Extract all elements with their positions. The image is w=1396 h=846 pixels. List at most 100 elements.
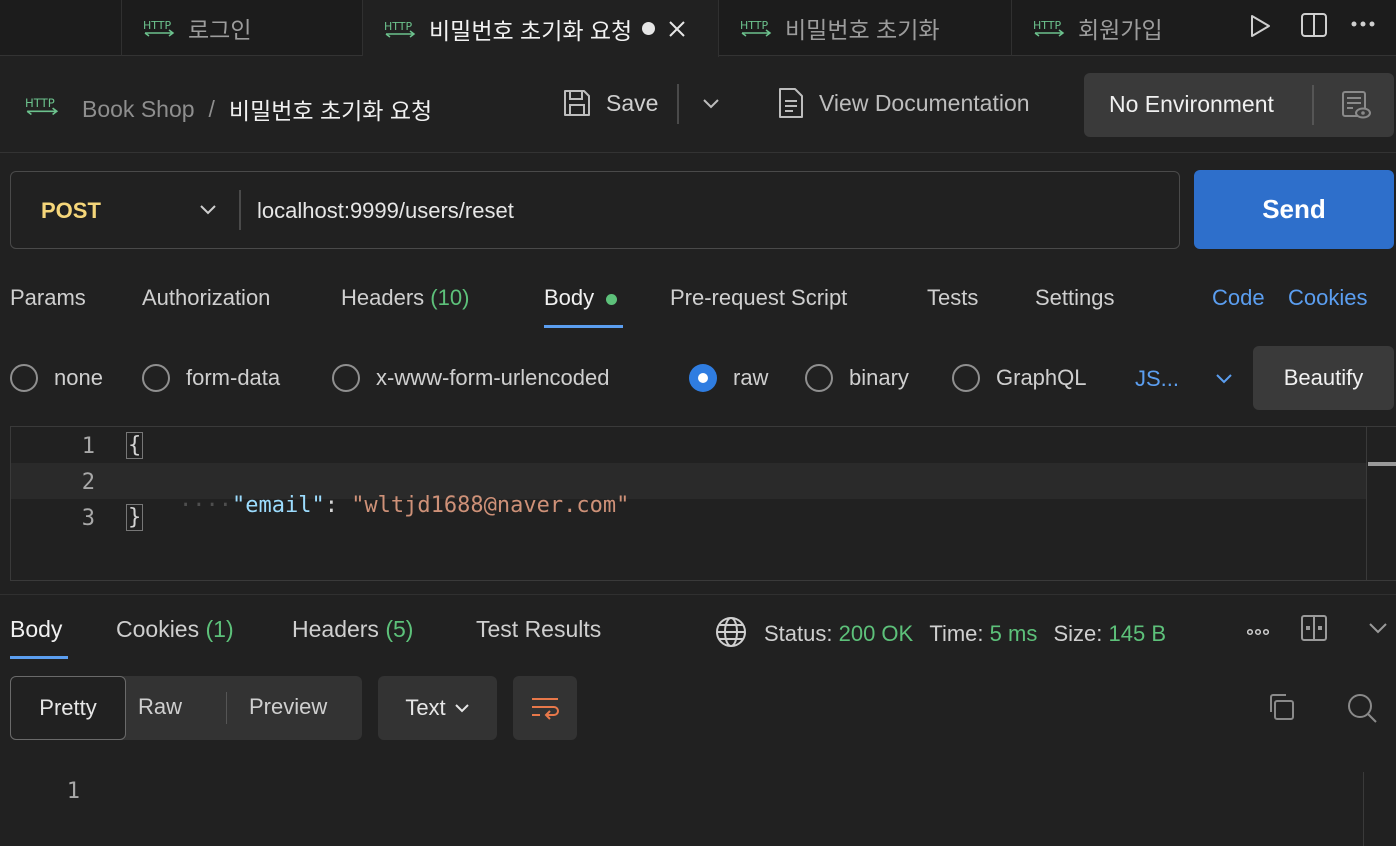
run-icon[interactable] bbox=[1248, 13, 1272, 39]
time-label: Time: bbox=[929, 621, 984, 646]
format-label: Text bbox=[405, 695, 446, 720]
chevron-down-icon[interactable] bbox=[1368, 622, 1388, 634]
response-tab-cookies[interactable]: Cookies (1) bbox=[116, 616, 234, 643]
tab-tests[interactable]: Tests bbox=[927, 285, 978, 311]
response-tab-body[interactable]: Body bbox=[10, 616, 62, 643]
code-brace-open: { bbox=[126, 432, 144, 459]
copy-icon[interactable] bbox=[1266, 692, 1296, 722]
url-bar: POST localhost:9999/users/reset bbox=[10, 171, 1180, 249]
view-documentation-button[interactable]: View Documentation bbox=[778, 87, 1030, 119]
size-value[interactable]: 145 B bbox=[1109, 621, 1167, 646]
radio-graphql[interactable]: GraphQL bbox=[952, 364, 1087, 392]
tab-headers[interactable]: Headers (10) bbox=[341, 285, 469, 311]
tab-body-label: Body bbox=[544, 285, 595, 310]
radio-circle bbox=[142, 364, 170, 392]
breadcrumb: Book Shop / 비밀번호 초기화 요청 bbox=[82, 92, 432, 126]
language-label: JS... bbox=[1135, 366, 1180, 391]
document-icon bbox=[778, 87, 804, 119]
split-view-icon[interactable] bbox=[1300, 12, 1328, 38]
tab-bar: HTTP 로그인 HTTP 비밀번호 초기화 요청 HTTP 비밀번호 초기화 … bbox=[0, 0, 1396, 57]
radio-circle-selected bbox=[689, 364, 717, 392]
request-body-editor[interactable]: 1 2 3 { ····"email": "wltjd1688@naver.co… bbox=[10, 426, 1396, 581]
radio-binary[interactable]: binary bbox=[805, 364, 909, 392]
tab-overflow-area bbox=[0, 0, 122, 56]
send-button[interactable]: Send bbox=[1194, 170, 1394, 249]
tab-prerequest-script[interactable]: Pre-request Script bbox=[670, 285, 847, 311]
http-icon: HTTP bbox=[1032, 17, 1066, 39]
tab-signup[interactable]: HTTP 회원가입 bbox=[1012, 0, 1228, 56]
view-docs-label: View Documentation bbox=[819, 89, 1030, 116]
chevron-down-icon[interactable] bbox=[702, 98, 720, 110]
request-name[interactable]: 비밀번호 초기화 요청 bbox=[229, 92, 432, 126]
code-line-email: ····"email": "wltjd1688@naver.com" bbox=[126, 468, 629, 543]
url-input[interactable]: localhost:9999/users/reset bbox=[257, 198, 514, 224]
json-key: "email" bbox=[231, 493, 325, 518]
cookies-link[interactable]: Cookies bbox=[1288, 285, 1367, 311]
beautify-button[interactable]: Beautify bbox=[1253, 346, 1394, 410]
http-icon: HTTP bbox=[383, 18, 417, 40]
view-mode-raw[interactable]: Raw bbox=[138, 694, 182, 720]
format-select[interactable]: Text bbox=[378, 676, 497, 740]
response-tab-headers[interactable]: Headers (5) bbox=[292, 616, 413, 643]
json-string-value: "wltjd1688@naver.com" bbox=[351, 493, 630, 518]
method-select[interactable]: POST bbox=[11, 172, 239, 248]
radio-circle bbox=[952, 364, 980, 392]
radio-circle bbox=[332, 364, 360, 392]
response-tab-test-results[interactable]: Test Results bbox=[476, 616, 601, 643]
minimap-divider bbox=[1366, 427, 1367, 580]
tab-login[interactable]: HTTP 로그인 bbox=[122, 0, 363, 56]
size-label: Size: bbox=[1053, 621, 1103, 646]
radio-label: none bbox=[54, 365, 103, 390]
language-select[interactable]: JS... bbox=[1135, 366, 1233, 392]
radio-circle bbox=[10, 364, 38, 392]
tab-body[interactable]: Body bbox=[544, 285, 618, 311]
radio-form-data[interactable]: form-data bbox=[142, 364, 280, 392]
response-headers-count: (5) bbox=[385, 616, 414, 642]
status-value[interactable]: 200 OK bbox=[839, 621, 914, 646]
globe-icon[interactable] bbox=[715, 616, 747, 648]
divider bbox=[677, 84, 679, 124]
view-mode-control: Pretty Raw Preview bbox=[10, 676, 362, 740]
tab-authorization[interactable]: Authorization bbox=[142, 285, 270, 311]
radio-label: binary bbox=[849, 365, 909, 390]
unsaved-dot-icon bbox=[642, 22, 656, 35]
time-value[interactable]: 5 ms bbox=[990, 621, 1038, 646]
breadcrumb-collection[interactable]: Book Shop bbox=[82, 96, 195, 123]
tab-password-reset[interactable]: HTTP 비밀번호 초기화 bbox=[719, 0, 1012, 56]
radio-raw[interactable]: raw bbox=[689, 364, 768, 392]
svg-text:HTTP: HTTP bbox=[740, 19, 769, 32]
close-icon[interactable] bbox=[667, 19, 687, 39]
radio-none[interactable]: none bbox=[10, 364, 103, 392]
more-options-icon[interactable] bbox=[1247, 628, 1269, 636]
view-mode-preview[interactable]: Preview bbox=[249, 694, 327, 720]
divider bbox=[226, 692, 227, 724]
radio-label: GraphQL bbox=[996, 365, 1087, 390]
chevron-down-icon bbox=[1215, 373, 1233, 385]
response-body-viewer[interactable]: 1 bbox=[0, 770, 1396, 846]
tab-label: 로그인 bbox=[188, 17, 252, 43]
tab-password-reset-request[interactable]: HTTP 비밀번호 초기화 요청 bbox=[363, 0, 719, 57]
radio-x-www-form-urlencoded[interactable]: x-www-form-urlencoded bbox=[332, 364, 610, 392]
tab-label: 회원가입 bbox=[1078, 17, 1163, 43]
layout-toggle-icon[interactable] bbox=[1300, 614, 1328, 642]
save-label: Save bbox=[606, 89, 659, 116]
tab-params[interactable]: Params bbox=[10, 285, 86, 311]
wrap-lines-button[interactable] bbox=[513, 676, 577, 740]
environment-quick-look-icon[interactable] bbox=[1340, 89, 1372, 121]
more-icon[interactable] bbox=[1350, 20, 1376, 28]
request-header: HTTP Book Shop / 비밀번호 초기화 요청 Save View D… bbox=[0, 56, 1396, 153]
tab-label: 비밀번호 초기화 bbox=[785, 17, 940, 43]
save-button[interactable]: Save bbox=[562, 88, 658, 118]
scrollbar-marker[interactable] bbox=[1368, 462, 1396, 466]
radio-label: raw bbox=[733, 365, 769, 390]
tab-headers-label: Headers bbox=[341, 285, 425, 310]
environment-selector[interactable]: No Environment bbox=[1084, 73, 1394, 137]
divider bbox=[239, 190, 241, 230]
view-mode-pretty[interactable]: Pretty bbox=[10, 676, 126, 740]
code-link[interactable]: Code bbox=[1212, 285, 1265, 311]
search-icon[interactable] bbox=[1346, 692, 1378, 724]
breadcrumb-separator: / bbox=[208, 95, 215, 122]
body-indicator-dot bbox=[606, 293, 618, 305]
wrap-lines-icon bbox=[529, 694, 561, 722]
tab-settings[interactable]: Settings bbox=[1035, 285, 1115, 311]
